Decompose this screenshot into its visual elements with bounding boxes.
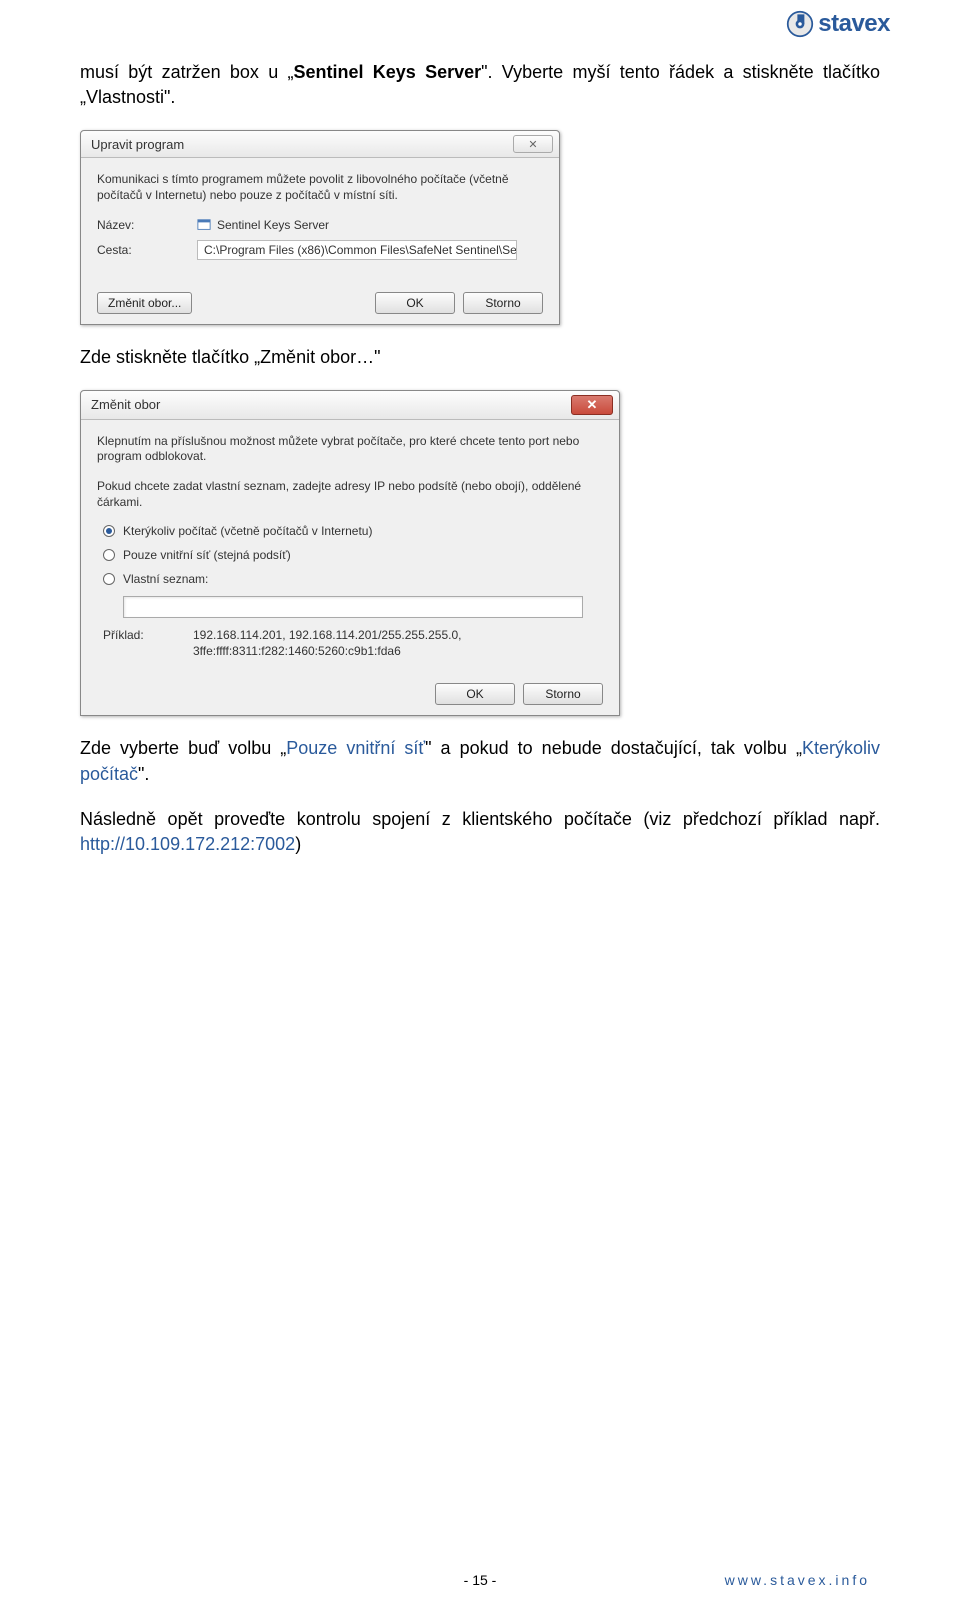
edit-program-dialog: Upravit program ✕ Komunikaci s tímto pro… — [80, 130, 560, 324]
radio-icon — [103, 525, 115, 537]
radio-label: Pouze vnitřní síť (stejná podsíť) — [123, 548, 291, 562]
change-scope-button[interactable]: Změnit obor... — [97, 292, 192, 314]
change-scope-dialog: Změnit obor ✕ Klepnutím na příslušnou mo… — [80, 390, 620, 717]
brand-text: stavex — [818, 10, 890, 38]
titlebar: Upravit program ✕ — [81, 131, 559, 158]
brand-logo: stavex — [786, 10, 890, 38]
radio-icon — [103, 573, 115, 585]
page-number: - 15 - — [464, 1572, 497, 1588]
page-footer: - 15 - www.stavex.info — [0, 1572, 960, 1588]
cancel-button[interactable]: Storno — [523, 683, 603, 705]
close-button[interactable]: ✕ — [571, 395, 613, 415]
close-icon: ✕ — [528, 138, 537, 151]
ok-button[interactable]: OK — [375, 292, 455, 314]
paragraph-2: Zde stiskněte tlačítko „Změnit obor…" — [80, 345, 880, 370]
program-icon — [197, 218, 211, 232]
dialog-title: Změnit obor — [91, 397, 160, 412]
path-value: C:\Program Files (x86)\Common Files\Safe… — [197, 240, 517, 260]
paragraph-1: musí být zatržen box u „Sentinel Keys Se… — [80, 60, 880, 110]
close-button[interactable]: ✕ — [513, 135, 553, 153]
example-label: Příklad: — [103, 628, 183, 659]
name-label: Název: — [97, 218, 187, 232]
dialog-description-2: Pokud chcete zadat vlastní seznam, zadej… — [97, 479, 603, 510]
dialog-title: Upravit program — [91, 137, 184, 152]
radio-local-network[interactable]: Pouze vnitřní síť (stejná podsíť) — [97, 548, 603, 562]
path-label: Cesta: — [97, 243, 187, 257]
radio-any-computer[interactable]: Kterýkoliv počítač (včetně počítačů v In… — [97, 524, 603, 538]
radio-icon — [103, 549, 115, 561]
dialog-description-1: Klepnutím na příslušnou možnost můžete v… — [97, 434, 603, 465]
paragraph-4: Následně opět proveďte kontrolu spojení … — [80, 807, 880, 857]
example-value: 192.168.114.201, 192.168.114.201/255.255… — [193, 628, 603, 659]
titlebar: Změnit obor ✕ — [81, 391, 619, 420]
paragraph-3: Zde vyberte buď volbu „Pouze vnitřní síť… — [80, 736, 880, 786]
radio-label: Vlastní seznam: — [123, 572, 208, 586]
dialog-description: Komunikaci s tímto programem můžete povo… — [97, 172, 543, 203]
cancel-button[interactable]: Storno — [463, 292, 543, 314]
close-icon: ✕ — [587, 397, 598, 413]
radio-label: Kterýkoliv počítač (včetně počítačů v In… — [123, 524, 372, 538]
custom-list-input[interactable] — [123, 596, 583, 618]
ok-button[interactable]: OK — [435, 683, 515, 705]
radio-custom-list[interactable]: Vlastní seznam: — [97, 572, 603, 586]
cd-icon — [786, 10, 814, 38]
name-value: Sentinel Keys Server — [197, 218, 329, 232]
footer-site: www.stavex.info — [725, 1572, 870, 1588]
